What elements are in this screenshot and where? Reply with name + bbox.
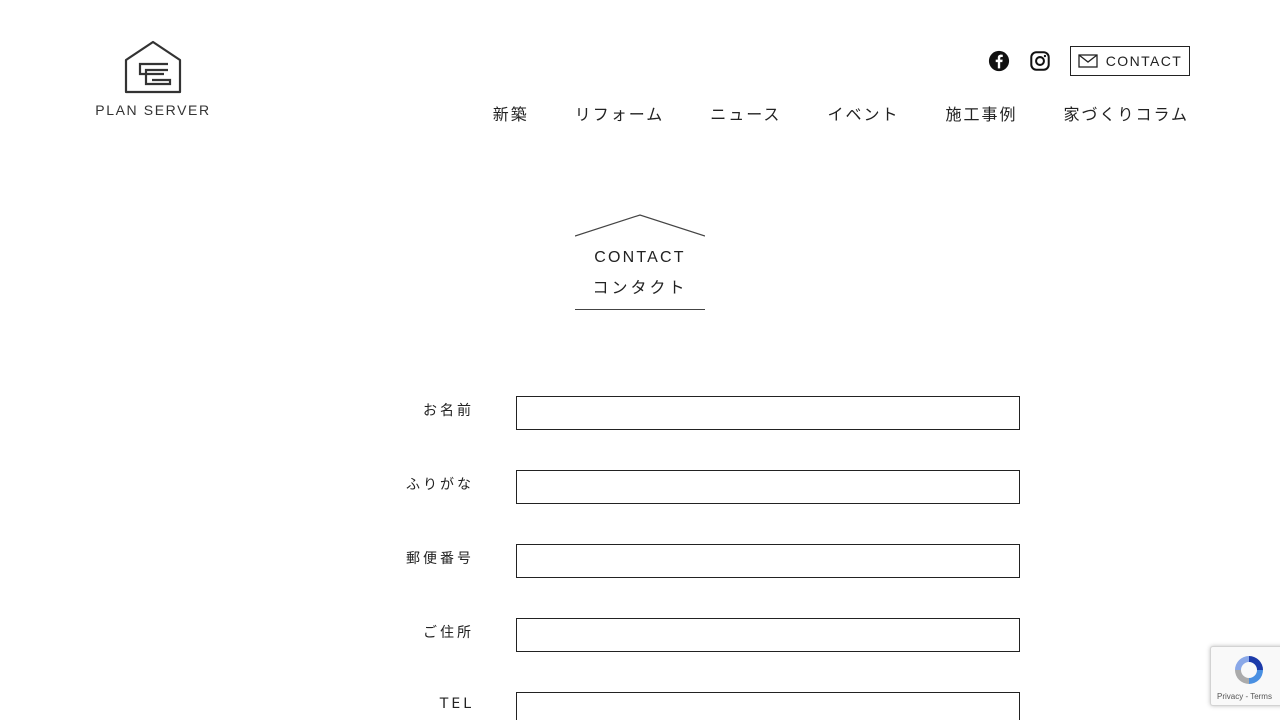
logo-text: PLAN SERVER	[95, 102, 211, 118]
facebook-icon	[988, 50, 1010, 72]
tel-label: TEL	[439, 696, 474, 712]
nav-item-column[interactable]: 家づくりコラム	[1063, 101, 1189, 125]
house-logo-icon	[124, 40, 182, 94]
recaptcha-icon	[1235, 656, 1263, 684]
form-row-postal-code: 郵便番号	[0, 544, 1280, 578]
address-label: ご住所	[423, 625, 474, 641]
postal-code-input[interactable]	[516, 544, 1020, 578]
page-title-ja: コンタクト	[592, 278, 688, 297]
name-input[interactable]	[516, 396, 1020, 430]
instagram-icon	[1030, 51, 1050, 71]
header-contact-button[interactable]: CONTACT	[1070, 46, 1190, 76]
heading-underline	[575, 309, 705, 310]
form-row-tel: TEL	[0, 692, 1280, 720]
instagram-link[interactable]	[1028, 49, 1052, 73]
furigana-input[interactable]	[516, 470, 1020, 504]
tel-input[interactable]	[516, 692, 1020, 720]
form-row-address: ご住所	[0, 618, 1280, 652]
page-title-en: CONTACT	[594, 249, 686, 266]
roof-line-icon	[575, 214, 705, 237]
recaptcha-footer[interactable]: Privacy - Terms	[1217, 692, 1272, 701]
address-input[interactable]	[516, 618, 1020, 652]
nav-item-new-build[interactable]: 新築	[493, 101, 529, 125]
site-logo[interactable]: PLAN SERVER	[90, 40, 216, 118]
page-heading: CONTACT コンタクト	[575, 214, 705, 310]
form-row-furigana: ふりがな	[0, 470, 1280, 504]
postal-code-label: 郵便番号	[406, 551, 474, 567]
furigana-label: ふりがな	[406, 477, 474, 493]
mail-icon	[1078, 54, 1098, 68]
main-nav: 新築 リフォーム ニュース イベント 施工事例 家づくりコラム	[493, 101, 1189, 125]
nav-item-works[interactable]: 施工事例	[945, 101, 1017, 125]
name-label: お名前	[423, 403, 474, 419]
nav-item-event[interactable]: イベント	[827, 101, 899, 125]
form-row-name: お名前	[0, 396, 1280, 430]
nav-item-reform[interactable]: リフォーム	[575, 101, 665, 125]
nav-item-news[interactable]: ニュース	[710, 101, 781, 125]
facebook-link[interactable]	[987, 49, 1011, 73]
recaptcha-badge[interactable]: Privacy - Terms	[1210, 646, 1280, 706]
contact-button-label: CONTACT	[1105, 53, 1183, 69]
